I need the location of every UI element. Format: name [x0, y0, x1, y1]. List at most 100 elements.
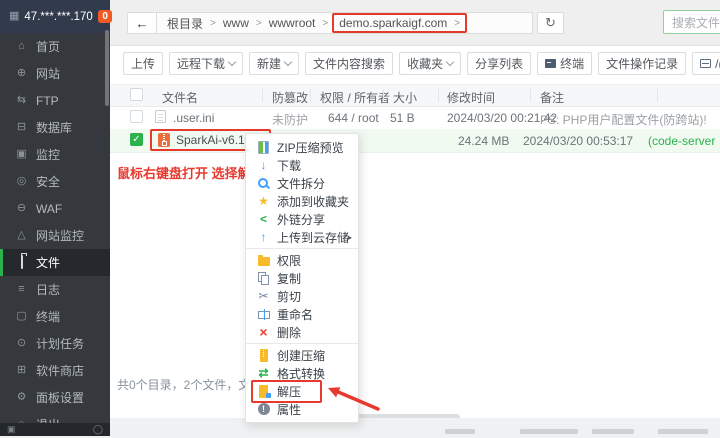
row-checkbox[interactable]: [130, 110, 143, 123]
file-log-button[interactable]: 文件操作记录: [598, 52, 686, 75]
menu-item-copy[interactable]: 复制: [246, 269, 358, 287]
top-strip: ← 根目录 > www > wwwroot > demo.sparkaigf.c…: [110, 0, 720, 46]
settings-icon: ⚙: [15, 392, 28, 403]
menu-item-label: 下载: [277, 157, 301, 174]
message-count-badge[interactable]: 0: [98, 10, 113, 23]
sidebar-item-ftp[interactable]: ⇆FTP: [0, 87, 110, 114]
column-divider: [438, 89, 439, 102]
clipped-footer-text: [592, 429, 634, 434]
upload-button[interactable]: 上传: [123, 52, 163, 75]
menu-item-rename[interactable]: 重命名: [246, 305, 358, 323]
menu-item-file-split[interactable]: 文件拆分: [246, 174, 358, 192]
properties-icon: !: [257, 403, 270, 416]
remote-download-button[interactable]: 远程下载: [169, 52, 243, 75]
menu-item-download[interactable]: ↓下载: [246, 156, 358, 174]
file-note[interactable]: (code-server: [648, 134, 715, 148]
column-permission[interactable]: 权限 / 所有者: [320, 89, 390, 106]
back-button[interactable]: ←: [127, 12, 157, 34]
modified-time: 2024/03/20 00:53:17: [523, 134, 633, 148]
breadcrumb-root[interactable]: 根目录: [167, 15, 203, 32]
sidebar-item-cron[interactable]: ⊙计划任务: [0, 330, 110, 357]
sidebar-item-waf[interactable]: ⊖WAF: [0, 195, 110, 222]
file-name[interactable]: .user.ini: [173, 111, 214, 125]
favorite-icon: ★: [257, 195, 270, 208]
search-input[interactable]: 搜索文件/目录: [663, 10, 720, 34]
chevron-down-icon: [284, 58, 292, 66]
menu-item-compress[interactable]: 创建压缩: [246, 346, 358, 364]
menu-item-label: 创建压缩: [277, 347, 325, 364]
extract-icon: [257, 385, 270, 398]
mini-screen-icon[interactable]: ▣: [7, 424, 16, 435]
sidebar-scrollbar[interactable]: [105, 30, 109, 106]
sidebar-item-site-monitor[interactable]: △网站监控: [0, 222, 110, 249]
sidebar-item-security[interactable]: ◎安全: [0, 168, 110, 195]
sidebar-item-sites[interactable]: ⊕ 网站: [0, 60, 110, 87]
sidebar-item-label: 终端: [36, 308, 60, 325]
zip-file-icon: [158, 133, 170, 147]
sidebar-item-logs[interactable]: ≡日志: [0, 276, 110, 303]
sidebar-item-files[interactable]: 文件: [0, 249, 110, 276]
file-split-icon: [257, 177, 270, 190]
column-divider: [383, 89, 384, 102]
column-mtime[interactable]: 修改时间: [447, 89, 495, 106]
path-field[interactable]: 根目录 > www > wwwroot > demo.sparkaigf.com…: [157, 12, 533, 34]
sidebar-bottom-bar: ▣ ◯: [0, 423, 110, 436]
sidebar-item-label: 网站: [36, 65, 60, 82]
row-checkbox-checked[interactable]: ✓: [130, 133, 143, 146]
terminal-button[interactable]: 终端: [537, 52, 592, 75]
menu-divider: [246, 248, 358, 249]
convert-icon: ⇄: [257, 367, 270, 380]
compress-icon: [257, 349, 270, 362]
server-header[interactable]: ▦ 47.***.***.170 0: [0, 0, 110, 33]
terminal-icon: [545, 59, 556, 68]
menu-item-delete[interactable]: ×删除: [246, 323, 358, 341]
site-icon: ⊕: [15, 68, 28, 79]
button-label: 文件操作记录: [606, 55, 678, 72]
button-label: 终端: [560, 55, 584, 72]
column-note[interactable]: 备注: [540, 89, 564, 106]
table-row[interactable]: .user.ini 未防护 644 / root 51 B 2024/03/20…: [110, 106, 720, 130]
mini-circle-icon[interactable]: ◯: [93, 424, 103, 435]
waf-icon: ⊖: [15, 203, 28, 214]
breadcrumb-current-dir[interactable]: demo.sparkaigf.com: [339, 16, 447, 30]
breadcrumb-wwwroot[interactable]: wwwroot: [269, 16, 316, 30]
sidebar-item-terminal[interactable]: ▢ 终端: [0, 303, 110, 330]
menu-item-label: 删除: [277, 324, 301, 341]
favorites-button[interactable]: 收藏夹: [399, 52, 461, 75]
menu-item-permission[interactable]: 权限: [246, 251, 358, 269]
file-note[interactable]: PS: PHP用户配置文件(防跨站)!: [540, 111, 707, 128]
refresh-button[interactable]: ↻: [537, 12, 564, 34]
breadcrumb-www[interactable]: www: [223, 16, 249, 30]
column-tamper[interactable]: 防篡改: [272, 89, 308, 106]
select-all-checkbox[interactable]: [130, 88, 143, 101]
disk-root-button[interactable]: /(根目录) (3...: [692, 52, 720, 75]
sidebar-item-database[interactable]: ⊟数据库: [0, 114, 110, 141]
sidebar-item-appstore[interactable]: ⊞软件商店: [0, 357, 110, 384]
share-list-button[interactable]: 分享列表: [467, 52, 531, 75]
column-filename[interactable]: 文件名: [162, 89, 198, 106]
sidebar-item-label: 计划任务: [36, 335, 84, 352]
file-size: 24.24 MB: [458, 134, 509, 148]
menu-item-external-share[interactable]: <外链分享: [246, 210, 358, 228]
menu-item-label: 文件拆分: [277, 175, 325, 192]
table-row-selected[interactable]: ✓ SparkAi-v6.1.zip 24.24 MB 2024/03/20 0…: [110, 129, 720, 153]
sidebar-item-label: 数据库: [36, 119, 72, 136]
menu-item-cut[interactable]: ✂剪切: [246, 287, 358, 305]
button-label: 文件内容搜索: [313, 55, 385, 72]
menu-item-zip-preview[interactable]: ZIP压缩预览: [246, 138, 358, 156]
column-size[interactable]: 大小: [393, 89, 417, 106]
chevron-right-icon: >: [454, 18, 460, 29]
terminal-icon: ▢: [15, 311, 28, 322]
content-search-button[interactable]: 文件内容搜索: [305, 52, 393, 75]
new-button[interactable]: 新建: [249, 52, 299, 75]
sidebar-item-monitor[interactable]: ▣监控: [0, 141, 110, 168]
sidebar-item-home[interactable]: ⌂首页: [0, 33, 110, 60]
menu-item-upload-cloud[interactable]: ↑上传到云存储▸: [246, 228, 358, 246]
menu-divider: [246, 343, 358, 344]
sidebar-item-label: 安全: [36, 173, 60, 190]
search-placeholder: 搜索文件/目录: [672, 14, 720, 31]
sidebar-item-settings[interactable]: ⚙面板设置: [0, 384, 110, 411]
breadcrumb-highlight-box: demo.sparkaigf.com >: [332, 13, 467, 33]
server-ip: 47.***.***.170: [24, 11, 92, 23]
menu-item-add-favorite[interactable]: ★添加到收藏夹: [246, 192, 358, 210]
